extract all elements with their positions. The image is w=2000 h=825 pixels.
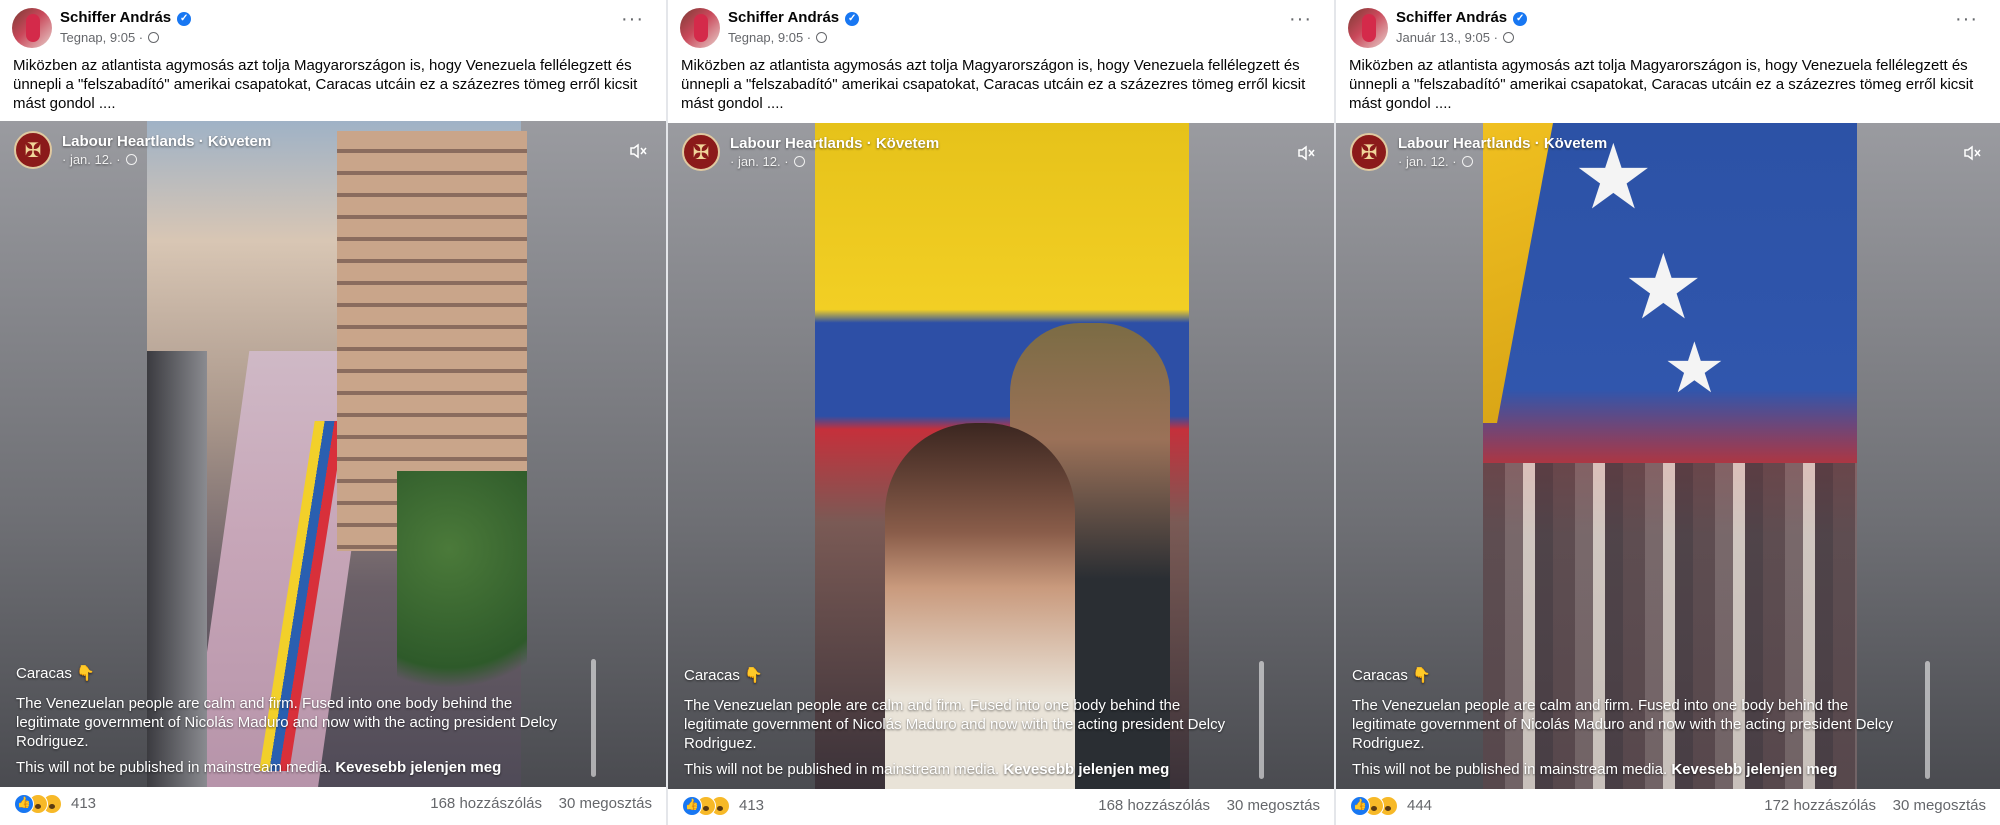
video-caption: Caracas 👇 The Venezuelan people are calm…	[1352, 666, 1912, 778]
caption-title: Caracas 👇	[16, 665, 95, 682]
caption-footer: This will not be published in mainstream…	[684, 761, 1170, 778]
post-time[interactable]: Január 13., 9:05 ·	[1396, 30, 1514, 45]
globe-icon	[148, 32, 160, 43]
see-less-link[interactable]: Kevesebb jelenjen meg	[1671, 761, 1837, 778]
caption-body: The Venezuelan people are calm and firm.…	[684, 697, 1226, 752]
share-count[interactable]: 30 megosztás	[1893, 797, 1986, 814]
page-name[interactable]: Labour Heartlands · Követem	[1398, 135, 1607, 152]
see-less-link[interactable]: Kevesebb jelenjen meg	[1003, 761, 1169, 778]
author-name[interactable]: Schiffer András ✓	[60, 9, 192, 26]
share-count[interactable]: 30 megosztás	[1227, 797, 1320, 814]
globe-icon	[793, 156, 805, 167]
author-name[interactable]: Schiffer András ✓	[1396, 9, 1528, 26]
video-caption: Caracas 👇 The Venezuelan people are calm…	[16, 664, 576, 776]
caption-body: The Venezuelan people are calm and firm.…	[1352, 697, 1894, 752]
comment-count[interactable]: 168 hozzászólás	[1098, 797, 1210, 814]
reaction-count[interactable]: 413	[739, 797, 764, 814]
video-date: · jan. 12. ·	[730, 154, 805, 169]
muted-speaker-icon[interactable]	[628, 141, 648, 161]
post-footer: 444 172 hozzászólás 30 megosztás	[1350, 796, 1986, 816]
verified-badge-icon: ✓	[845, 12, 860, 26]
page-avatar[interactable]	[682, 133, 720, 171]
caption-title: Caracas 👇	[684, 667, 763, 684]
post-text: Miközben az atlantista agymosás azt tolj…	[1349, 57, 1974, 112]
see-less-link[interactable]: Kevesebb jelenjen meg	[335, 759, 501, 776]
author-avatar[interactable]	[12, 8, 52, 48]
author-avatar[interactable]	[680, 8, 720, 48]
post-text: Miközben az atlantista agymosás azt tolj…	[681, 57, 1306, 112]
caption-scrollbar[interactable]	[591, 659, 596, 777]
post-card: Schiffer András ✓ Január 13., 9:05 · ··· …	[1336, 0, 2000, 825]
caption-scrollbar[interactable]	[1925, 661, 1930, 779]
post-time[interactable]: Tegnap, 9:05 ·	[60, 30, 160, 45]
more-options-icon[interactable]: ···	[1955, 9, 1978, 29]
globe-icon	[1502, 32, 1514, 43]
more-options-icon[interactable]: ···	[621, 9, 644, 29]
caption-scrollbar[interactable]	[1259, 661, 1264, 779]
video-date: · jan. 12. ·	[62, 152, 137, 167]
video-player[interactable]: ★ ★ ★ Labour Heartlands · Követem · jan.…	[1336, 123, 2000, 789]
globe-icon	[1461, 156, 1473, 167]
reaction-count[interactable]: 413	[71, 795, 96, 812]
author-name[interactable]: Schiffer András ✓	[728, 9, 860, 26]
like-icon	[1350, 796, 1370, 816]
comment-count[interactable]: 172 hozzászólás	[1764, 797, 1876, 814]
post-footer: 413 168 hozzászólás 30 megosztás	[682, 796, 1320, 816]
video-player[interactable]: Labour Heartlands · Követem · jan. 12. ·…	[668, 123, 1334, 789]
post-text: Miközben az atlantista agymosás azt tolj…	[13, 57, 638, 112]
globe-icon	[816, 32, 828, 43]
muted-speaker-icon[interactable]	[1962, 143, 1982, 163]
caption-footer: This will not be published in mainstream…	[1352, 761, 1838, 778]
caption-footer: This will not be published in mainstream…	[16, 759, 502, 776]
page-avatar[interactable]	[1350, 133, 1388, 171]
share-count[interactable]: 30 megosztás	[559, 795, 652, 812]
like-icon	[14, 794, 34, 814]
comment-count[interactable]: 168 hozzászólás	[430, 795, 542, 812]
globe-icon	[125, 154, 137, 165]
page-name[interactable]: Labour Heartlands · Követem	[730, 135, 939, 152]
page-avatar[interactable]	[14, 131, 52, 169]
author-avatar[interactable]	[1348, 8, 1388, 48]
page-name[interactable]: Labour Heartlands · Követem	[62, 133, 271, 150]
post-card: Schiffer András ✓ Tegnap, 9:05 · ··· Mikö…	[0, 0, 666, 825]
verified-badge-icon: ✓	[177, 12, 192, 26]
muted-speaker-icon[interactable]	[1296, 143, 1316, 163]
more-options-icon[interactable]: ···	[1289, 9, 1312, 29]
post-card: Schiffer András ✓ Tegnap, 9:05 · ··· Mikö…	[668, 0, 1334, 825]
post-time[interactable]: Tegnap, 9:05 ·	[728, 30, 828, 45]
like-icon	[682, 796, 702, 816]
post-footer: 413 168 hozzászólás 30 megosztás	[14, 794, 652, 814]
video-date: · jan. 12. ·	[1398, 154, 1473, 169]
verified-badge-icon: ✓	[1513, 12, 1528, 26]
video-caption: Caracas 👇 The Venezuelan people are calm…	[684, 666, 1244, 778]
caption-body: The Venezuelan people are calm and firm.…	[16, 695, 558, 750]
reaction-count[interactable]: 444	[1407, 797, 1432, 814]
caption-title: Caracas 👇	[1352, 667, 1431, 684]
video-player[interactable]: Labour Heartlands · Követem · jan. 12. ·…	[0, 121, 666, 787]
